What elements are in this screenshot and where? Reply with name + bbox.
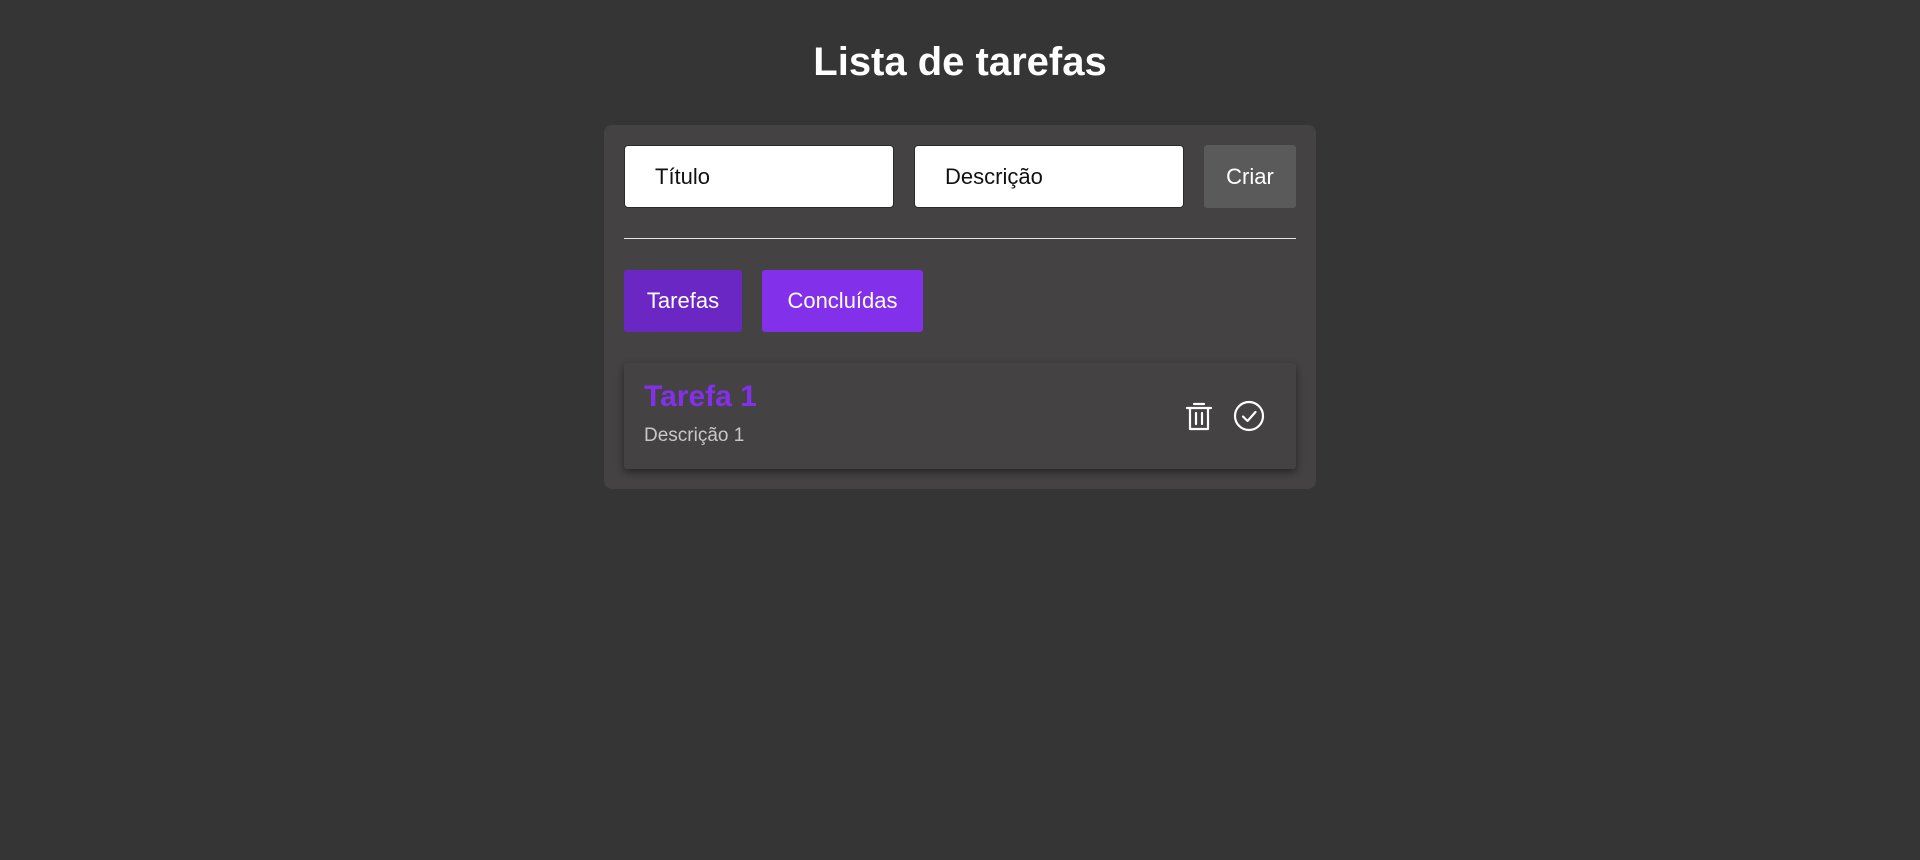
page-title: Lista de tarefas [813, 40, 1107, 84]
title-input[interactable] [624, 145, 894, 208]
check-circle-icon [1230, 397, 1268, 435]
delete-task-button[interactable] [1180, 397, 1218, 435]
description-input[interactable] [914, 145, 1184, 208]
task-description: Descrição 1 [644, 425, 745, 446]
divider [624, 238, 1296, 239]
new-task-form: Criar [624, 145, 1296, 208]
todo-card: Criar Tarefas Concluídas Tarefa 1 Descri… [604, 125, 1316, 489]
create-button[interactable]: Criar [1204, 145, 1296, 208]
tab-tasks[interactable]: Tarefas [624, 270, 742, 332]
task-item: Tarefa 1 Descrição 1 [624, 363, 1296, 469]
tab-completed[interactable]: Concluídas [762, 270, 923, 332]
complete-task-button[interactable] [1230, 397, 1268, 435]
task-title: Tarefa 1 [644, 380, 757, 413]
trash-icon [1180, 397, 1218, 435]
